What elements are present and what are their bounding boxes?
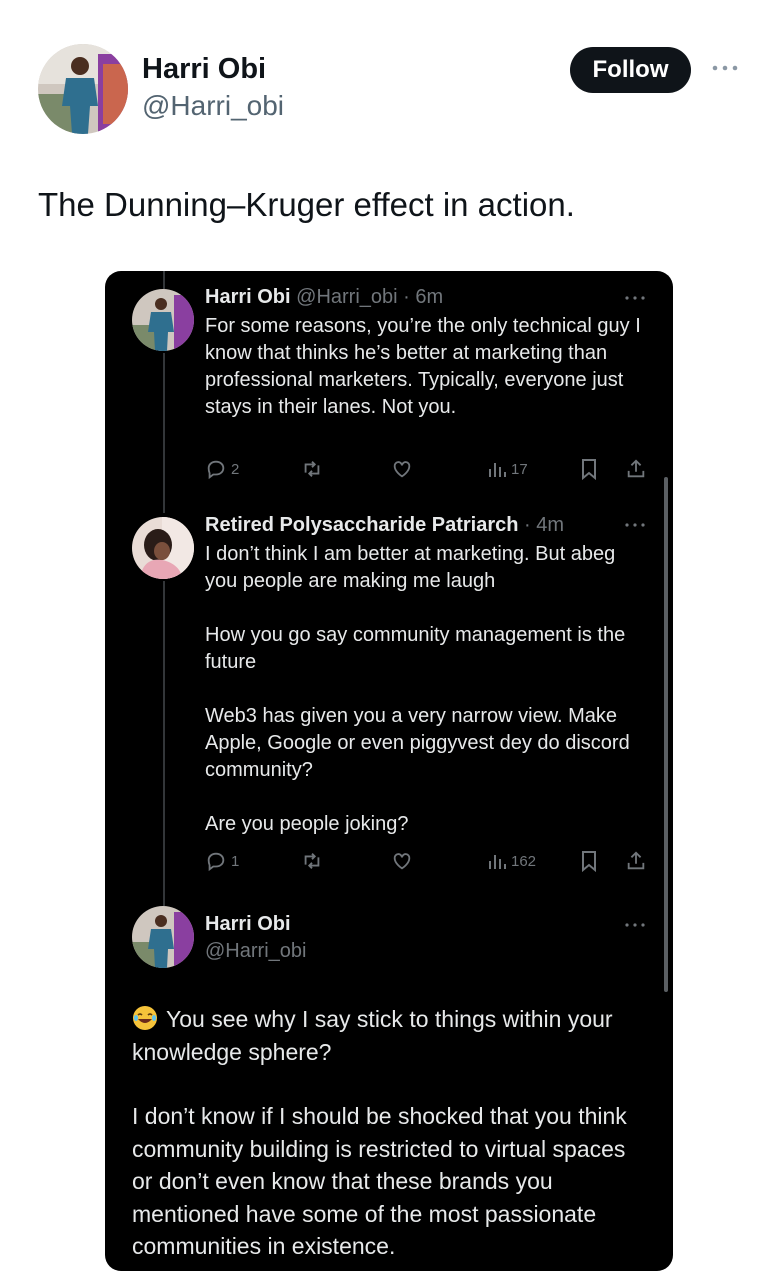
shot-tweet1-header: Harri Obi @Harri_obi · 6m: [205, 286, 443, 309]
shot-tweet2-paragraph: How you go say community management is t…: [205, 624, 626, 673]
shot-tweet2-header: Retired Polysaccharide Patriarch · 4m: [205, 514, 564, 537]
thread-line: [163, 353, 165, 513]
retweet-icon: [301, 849, 323, 873]
post-text: The Dunning–Kruger effect in action.: [38, 186, 575, 223]
shot-tweet2-body: I don’t think I am better at marketing. …: [205, 541, 645, 838]
attached-screenshot[interactable]: Harri Obi @Harri_obi · 6m For some reaso…: [105, 271, 673, 1271]
shot-tweet3-paragraph1: You see why I say stick to things within…: [132, 1006, 613, 1065]
share-icon: [625, 457, 647, 481]
shot-avatar-harri: [132, 289, 194, 351]
reply-action: 2: [205, 457, 239, 481]
author-avatar[interactable]: [38, 44, 128, 134]
views-count: 162: [511, 852, 537, 870]
more-icon: [623, 518, 647, 530]
bookmark-icon: [579, 849, 599, 873]
shot-tweet2-paragraph: Are you people joking?: [205, 813, 409, 835]
laughing-emoji-icon: [133, 1006, 157, 1030]
shot-tweet2-meta: · 4m: [524, 514, 565, 536]
shot-tweet3-paragraph: You see why I say stick to things within…: [132, 1003, 652, 1068]
thread-line: [163, 581, 165, 906]
shot-tweet2-paragraph: Web3 has given you a very narrow view. M…: [205, 705, 630, 781]
shot-tweet3-handle: @Harri_obi: [205, 940, 307, 962]
thread-line: [163, 271, 165, 289]
shot-tweet3-paragraph2: I don’t know if I should be shocked that…: [132, 1103, 627, 1259]
author-name[interactable]: Harri Obi: [142, 53, 266, 86]
shot-tweet2-name: Retired Polysaccharide Patriarch: [205, 514, 519, 536]
shot-tweet2-actions: 1 162: [205, 849, 655, 873]
shot-avatar-harri: [132, 906, 194, 968]
shot-tweet3-name: Harri Obi: [205, 913, 291, 935]
retweet-icon: [301, 457, 323, 481]
shot-tweet2-paragraph: I don’t think I am better at marketing. …: [205, 543, 616, 592]
scrollbar[interactable]: [664, 477, 668, 992]
shot-avatar-retired: [132, 517, 194, 579]
more-icon[interactable]: [710, 56, 740, 80]
views-action: 162: [487, 849, 536, 873]
shot-tweet1-body: For some reasons, you’re the only techni…: [205, 315, 641, 418]
shot-tweet1-meta: @Harri_obi · 6m: [296, 286, 444, 308]
author-handle[interactable]: @Harri_obi: [142, 90, 284, 122]
views-count: 17: [511, 460, 528, 478]
follow-button[interactable]: Follow: [570, 47, 691, 93]
reply-icon: [207, 460, 225, 480]
more-icon: [623, 918, 647, 930]
views-action: 17: [487, 457, 528, 481]
more-icon: [623, 291, 647, 303]
reply-icon: [207, 852, 225, 872]
views-icon: [489, 463, 506, 477]
views-icon: [489, 855, 506, 869]
reply-count: 1: [231, 852, 240, 870]
like-icon: [391, 457, 413, 481]
bookmark-icon: [579, 457, 599, 481]
like-icon: [391, 849, 413, 873]
shot-tweet1-name: Harri Obi: [205, 286, 291, 308]
shot-tweet1-actions: 2 17: [205, 457, 655, 481]
reply-count: 2: [231, 460, 240, 478]
share-icon: [625, 849, 647, 873]
shot-tweet3-body: You see why I say stick to things within…: [132, 1003, 652, 1263]
reply-action: 1: [205, 849, 239, 873]
